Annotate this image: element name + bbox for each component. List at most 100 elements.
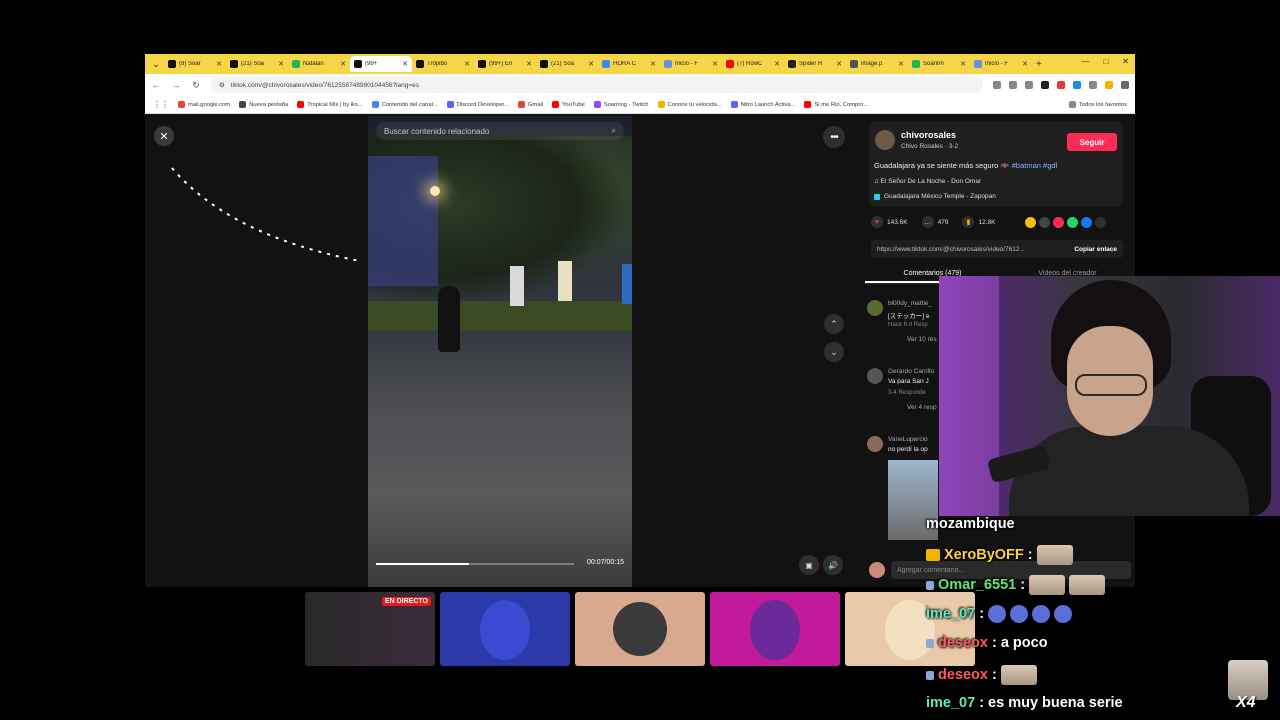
url-field[interactable]: ⚙ tiktok.com/@chivorosales/video/7612558… bbox=[211, 77, 983, 93]
pip-icon[interactable]: ▣ bbox=[799, 555, 819, 575]
streamer-thumbnail[interactable] bbox=[710, 592, 840, 666]
author-username[interactable]: chivorosales bbox=[901, 130, 956, 140]
bookmark-item[interactable]: YouTube bbox=[552, 101, 585, 108]
streamer-thumbnail[interactable] bbox=[440, 592, 570, 666]
tab-search-icon[interactable]: ⌄ bbox=[148, 57, 164, 71]
all-favorites[interactable]: Todos los favoritos bbox=[1068, 101, 1127, 108]
extension-icon[interactable] bbox=[1057, 81, 1065, 89]
browser-tab[interactable]: (7) RowC ✕ bbox=[722, 56, 784, 72]
close-tab-icon[interactable]: ✕ bbox=[526, 60, 532, 68]
puzzle-icon[interactable] bbox=[1089, 81, 1097, 89]
like-stat[interactable]: ♥ 143.6K bbox=[871, 216, 908, 228]
close-tab-icon[interactable]: ✕ bbox=[650, 60, 656, 68]
bookmark-item[interactable]: Nueva pestaña bbox=[239, 101, 288, 108]
browser-tab[interactable]: HORA C ✕ bbox=[598, 56, 660, 72]
bookmark-item[interactable]: Gmail bbox=[517, 101, 543, 108]
bookmark-item[interactable]: Contenido del canal... bbox=[371, 101, 438, 108]
browser-tab[interactable]: (21) Soa ✕ bbox=[536, 56, 598, 72]
coin-icon[interactable] bbox=[1025, 217, 1036, 228]
whatsapp-icon[interactable] bbox=[1067, 217, 1078, 228]
previous-video-button[interactable]: ⌃ bbox=[824, 314, 844, 334]
friends-icon[interactable] bbox=[1053, 217, 1064, 228]
crown-icon bbox=[926, 549, 940, 561]
browser-tab[interactable]: Natalan ✕ bbox=[288, 56, 350, 72]
video-player[interactable]: Buscar contenido relacionado ⌕ 00:07/00:… bbox=[368, 116, 632, 587]
save-stat[interactable]: ▮ 12.8K bbox=[962, 216, 995, 228]
caption-tags[interactable]: #batman #gdl bbox=[1012, 161, 1057, 170]
close-tab-icon[interactable]: ✕ bbox=[402, 60, 408, 68]
view-replies[interactable]: Ver 4 resp bbox=[907, 404, 937, 411]
bookmark-item[interactable]: Tropical Mix | by iks... bbox=[297, 101, 363, 108]
close-tab-icon[interactable]: ✕ bbox=[588, 60, 594, 68]
translate-icon[interactable] bbox=[993, 81, 1001, 89]
next-video-button[interactable]: ⌄ bbox=[824, 342, 844, 362]
embed-icon[interactable] bbox=[1039, 217, 1050, 228]
close-video-button[interactable]: ✕ bbox=[154, 126, 174, 146]
browser-tab[interactable]: (99+) En ✕ bbox=[474, 56, 536, 72]
profile-icon[interactable] bbox=[1105, 81, 1113, 89]
bookmark-item[interactable]: Nitro Launch Activa... bbox=[730, 101, 795, 108]
bookmark-item[interactable]: Soarinng - Twitch bbox=[593, 101, 649, 108]
share-icon[interactable] bbox=[1095, 217, 1106, 228]
cast-icon[interactable] bbox=[1009, 81, 1017, 89]
copy-link-button[interactable]: Copiar enlace bbox=[1074, 246, 1117, 253]
avatar[interactable] bbox=[867, 436, 883, 452]
streamer-thumbnail[interactable] bbox=[575, 592, 705, 666]
star-icon[interactable] bbox=[1025, 81, 1033, 89]
apps-icon[interactable]: ⋮⋮ bbox=[153, 100, 169, 109]
back-icon[interactable]: ← bbox=[151, 80, 161, 90]
browser-tab[interactable]: Tropibo ✕ bbox=[412, 56, 474, 72]
close-tab-icon[interactable]: ✕ bbox=[278, 60, 284, 68]
video-search-bar[interactable]: Buscar contenido relacionado ⌕ bbox=[376, 122, 624, 140]
bookmark-item[interactable]: Conoce tu velocida... bbox=[657, 101, 722, 108]
close-tab-icon[interactable]: ✕ bbox=[340, 60, 346, 68]
close-tab-icon[interactable]: ✕ bbox=[464, 60, 470, 68]
music-link[interactable]: ♫ El Señor De La Noche - Don Omar bbox=[874, 178, 981, 185]
follow-button[interactable]: Seguir bbox=[1067, 133, 1117, 151]
comment-author[interactable]: VaneLupercio bbox=[888, 436, 928, 443]
menu-icon[interactable] bbox=[1121, 81, 1129, 89]
volume-icon[interactable]: 🔊 bbox=[823, 555, 843, 575]
avatar[interactable] bbox=[867, 300, 883, 316]
browser-tab[interactable]: image.p ✕ bbox=[846, 56, 908, 72]
avatar[interactable] bbox=[875, 130, 895, 150]
close-tab-icon[interactable]: ✕ bbox=[774, 60, 780, 68]
search-icon[interactable]: ⌕ bbox=[612, 126, 616, 136]
comment-author[interactable]: Gerardo Carrillo bbox=[888, 368, 934, 375]
minimize-icon[interactable]: — bbox=[1081, 57, 1089, 66]
comment-stat[interactable]: … 479 bbox=[921, 216, 948, 228]
extension-icon[interactable] bbox=[1073, 81, 1081, 89]
browser-tab[interactable]: Inicio - F ✕ bbox=[970, 56, 1032, 72]
live-thumbnail[interactable]: EN DIRECTO bbox=[305, 592, 435, 666]
location-link[interactable]: Guadalajara México Temple - Zapopan bbox=[874, 193, 996, 200]
view-replies[interactable]: Ver 10 res bbox=[907, 336, 937, 343]
bookmark-item[interactable]: Discord Developer... bbox=[446, 101, 509, 108]
close-tab-icon[interactable]: ✕ bbox=[836, 60, 842, 68]
comment-author[interactable]: bl00dy_mattie_ bbox=[888, 300, 932, 307]
comment-text: [ステッカー] e bbox=[888, 313, 930, 320]
browser-tab[interactable]: Spider R ✕ bbox=[784, 56, 846, 72]
close-tab-icon[interactable]: ✕ bbox=[1022, 60, 1028, 68]
close-tab-icon[interactable]: ✕ bbox=[712, 60, 718, 68]
extension-icon[interactable] bbox=[1041, 81, 1049, 89]
site-info-icon[interactable]: ⚙ bbox=[219, 81, 225, 89]
more-options-icon[interactable]: ••• bbox=[823, 126, 845, 148]
close-tab-icon[interactable]: ✕ bbox=[898, 60, 904, 68]
forward-icon[interactable]: → bbox=[171, 80, 181, 90]
browser-tab[interactable]: (8) Soar ✕ bbox=[164, 56, 226, 72]
maximize-icon[interactable]: □ bbox=[1103, 57, 1108, 66]
bookmark-item[interactable]: mail.google.com bbox=[178, 101, 230, 108]
browser-tab[interactable]: Inicio - F ✕ bbox=[660, 56, 722, 72]
close-tab-icon[interactable]: ✕ bbox=[960, 60, 966, 68]
bookmark-item[interactable]: Si me Rio, Compro... bbox=[804, 101, 868, 108]
close-window-icon[interactable]: ✕ bbox=[1122, 57, 1129, 66]
browser-tab[interactable]: Soarinn ✕ bbox=[908, 56, 970, 72]
close-tab-icon[interactable]: ✕ bbox=[216, 60, 222, 68]
video-progress-bar[interactable] bbox=[376, 563, 574, 565]
reload-icon[interactable]: ↻ bbox=[191, 80, 201, 91]
browser-tab[interactable]: (99+ ✕ bbox=[350, 56, 412, 72]
facebook-icon[interactable] bbox=[1081, 217, 1092, 228]
new-tab-button[interactable]: + bbox=[1036, 59, 1042, 70]
avatar[interactable] bbox=[867, 368, 883, 384]
browser-tab[interactable]: (21) Soa ✕ bbox=[226, 56, 288, 72]
